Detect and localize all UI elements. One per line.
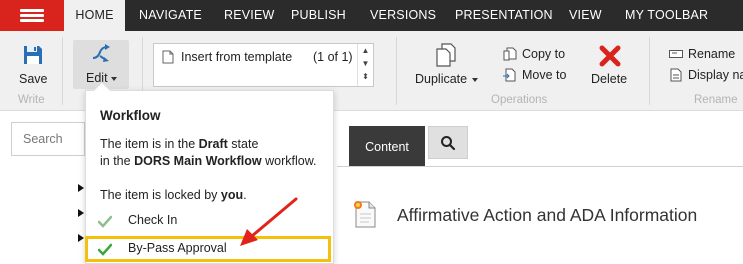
annotation-arrow-icon: [240, 197, 298, 246]
